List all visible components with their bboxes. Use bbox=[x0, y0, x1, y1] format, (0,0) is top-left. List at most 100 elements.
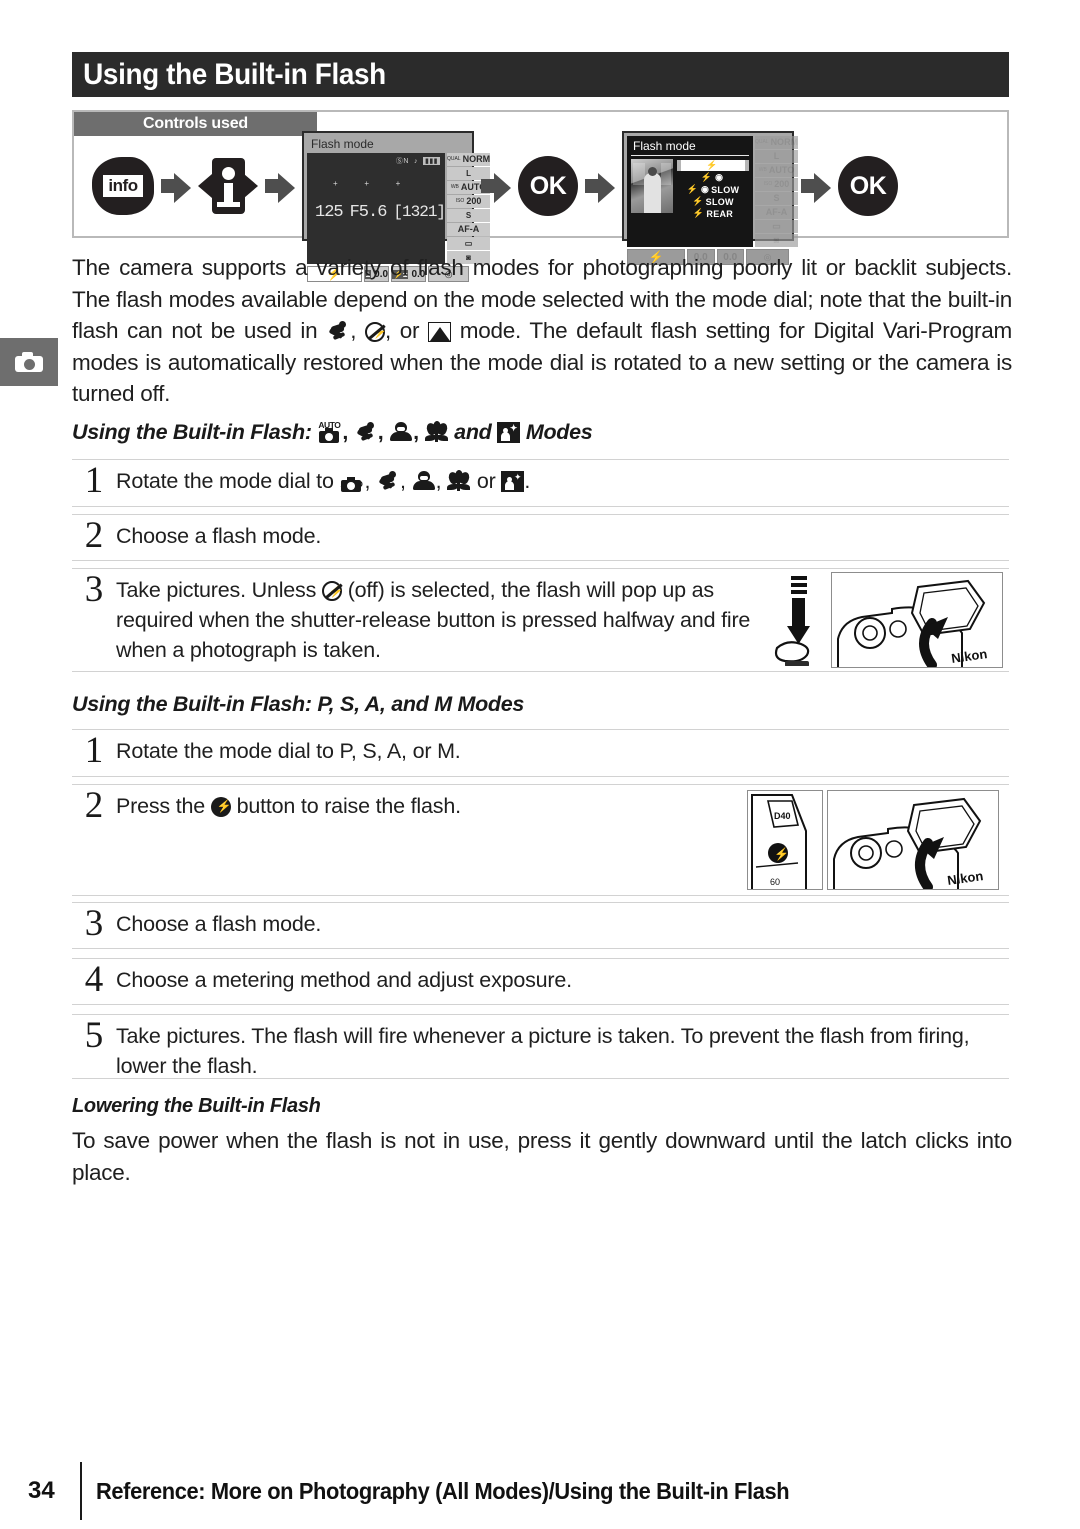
svg-text:60: 60 bbox=[770, 877, 780, 887]
info-display-screen: Flash mode ⓈN ♪ ▮▮▮ + + + 125 F5.6 [1321] bbox=[302, 131, 490, 282]
frames-remaining-value: [1321] bbox=[393, 203, 446, 221]
close-up-mode-icon bbox=[424, 421, 449, 443]
step-text: Rotate the mode dial to AUTO, , , or ✦. bbox=[116, 469, 531, 493]
flow-arrow-icon bbox=[265, 171, 295, 203]
flash-menu-title: Flash mode bbox=[631, 139, 749, 156]
step-text-pre: Take pictures. Unless bbox=[116, 578, 322, 602]
footer-divider bbox=[80, 1462, 82, 1520]
portrait-mode-icon bbox=[412, 470, 436, 492]
sidebar-quality: QUAL NORM bbox=[446, 153, 491, 166]
step-row: 1 Rotate the mode dial to AUTO, , , or ✦… bbox=[72, 459, 1009, 507]
footer-text: Reference: More on Photography (All Mode… bbox=[96, 1477, 790, 1504]
ok-button[interactable]: OK bbox=[518, 156, 578, 216]
step-text: Take pictures. Unless ⚡ (off) is selecte… bbox=[116, 569, 769, 671]
step-text: Choose a metering method and adjust expo… bbox=[116, 968, 572, 992]
step-number: 4 bbox=[84, 959, 104, 1000]
flash-option-red-eye-slow[interactable]: ⚡ ◉ SLOW bbox=[687, 184, 740, 195]
info-display-sidebar: QUAL NORM L WB AUTO ISO 200 S AF-A ▭ ◙ bbox=[447, 153, 490, 264]
intro-sep2: , or bbox=[384, 318, 429, 343]
flow-arrow-icon bbox=[585, 171, 615, 203]
step-row: 3 Take pictures. Unless ⚡ (off) is selec… bbox=[72, 568, 1009, 672]
intro-paragraph: The camera supports a variety of flash m… bbox=[72, 252, 1012, 410]
flash-option-fill[interactable]: ⚡ bbox=[677, 160, 749, 171]
sports-mode-icon bbox=[326, 320, 350, 342]
info-button[interactable]: info bbox=[92, 157, 154, 215]
step-number: 2 bbox=[84, 515, 104, 556]
portrait-mode-icon bbox=[389, 421, 413, 443]
page-title: Using the Built-in Flash bbox=[83, 57, 386, 91]
flash-option-rear[interactable]: ⚡ REAR bbox=[693, 208, 733, 219]
page-number: 34 bbox=[28, 1477, 55, 1504]
flash-button-detail-photo: D40 ⚡ 60 bbox=[747, 790, 823, 890]
intro-sep1: , bbox=[350, 318, 365, 343]
step-text-pre: Press the bbox=[116, 794, 211, 818]
step-number: 1 bbox=[84, 460, 104, 501]
step-row: 5 Take pictures. The flash will fire whe… bbox=[72, 1014, 1009, 1079]
close-up-mode-icon bbox=[447, 470, 471, 492]
step-or-label: or bbox=[471, 469, 502, 493]
info-display-title: Flash mode bbox=[311, 137, 374, 151]
manual-page: Using the Built-in Flash Controls used i… bbox=[0, 0, 1080, 1529]
flow-arrow-icon bbox=[481, 171, 511, 203]
flash-off-icon: ⚡ bbox=[364, 322, 387, 342]
sports-mode-icon bbox=[354, 421, 378, 443]
sports-mode-icon bbox=[376, 470, 400, 492]
landscape-mode-icon bbox=[428, 322, 452, 342]
camera-icon bbox=[15, 352, 43, 372]
flash-menu-sidebar: QUAL NORM L WB AUTO ISO 200 S AF-A ▭ ◙ bbox=[754, 136, 799, 247]
section-heading-auto-modes: Using the Built-in Flash: AUTO, , , and … bbox=[72, 420, 593, 444]
flash-option-slow[interactable]: ⚡ SLOW bbox=[692, 196, 734, 207]
section1-heading-and: and bbox=[448, 420, 498, 444]
auto-mode-icon: AUTO bbox=[339, 470, 364, 492]
step-text: Rotate the mode dial to P, S, A, or M. bbox=[116, 739, 461, 763]
step-number: 3 bbox=[84, 903, 104, 944]
step-row: 3 Choose a flash mode. bbox=[72, 902, 1009, 949]
sidebar-focus-mode: AF-A bbox=[447, 223, 491, 236]
step-row: 2 Press the ⚡ button to raise the flash.… bbox=[72, 784, 1009, 896]
flow-arrow-icon bbox=[161, 171, 191, 203]
info-display-pips: + + + bbox=[333, 179, 414, 188]
flash-off-icon: ⚡ bbox=[321, 581, 344, 601]
flash-mode-menu-screen: Flash mode ⚡ ⚡ ◉ ⚡ ◉ SLOW ⚡ SLOW ⚡ REAR … bbox=[622, 131, 798, 265]
step-text-post: . bbox=[524, 469, 531, 493]
press-down-arrow-icon bbox=[774, 576, 810, 666]
step-text: Press the ⚡ button to raise the flash. bbox=[116, 785, 747, 895]
ok-button[interactable]: OK bbox=[838, 156, 898, 216]
step-number: 1 bbox=[84, 730, 104, 771]
camera-popup-photo: Nikon bbox=[831, 572, 1003, 668]
lowering-paragraph: To save power when the flash is not in u… bbox=[72, 1128, 1012, 1185]
flow-arrow-icon bbox=[801, 171, 831, 203]
shutter-speed-value: 125 bbox=[315, 203, 344, 222]
flash-option-red-eye[interactable]: ⚡ ◉ bbox=[701, 172, 725, 183]
section-heading-lowering-flash: Lowering the Built-in Flash bbox=[72, 1095, 321, 1117]
preview-thumbnail bbox=[631, 159, 673, 213]
info-display-top-indicators: ⓈN ♪ ▮▮▮ bbox=[395, 157, 441, 165]
controls-used-panel: Controls used info Flash mode ⓈN ♪ ▮▮▮ +… bbox=[72, 110, 1009, 282]
page-footer: 34 Reference: More on Photography (All M… bbox=[28, 1462, 1008, 1520]
step-number: 2 bbox=[84, 785, 104, 826]
step-text: Choose a flash mode. bbox=[116, 524, 322, 548]
step-row: 1 Rotate the mode dial to P, S, A, or M. bbox=[72, 729, 1009, 777]
auto-mode-icon: AUTO bbox=[317, 420, 342, 443]
margin-tab-camera bbox=[0, 338, 58, 386]
step-number: 5 bbox=[84, 1015, 104, 1056]
night-portrait-mode-icon: ✦ bbox=[497, 422, 521, 443]
step-text-pre: Rotate the mode dial to bbox=[116, 469, 340, 493]
flash-button-icon: ⚡ bbox=[210, 797, 232, 817]
multi-selector-i-icon[interactable] bbox=[198, 156, 258, 216]
flash-mode-option-list[interactable]: ⚡ ⚡ ◉ ⚡ ◉ SLOW ⚡ SLOW ⚡ REAR bbox=[677, 159, 749, 219]
camera-flash-button-illustration: D40 ⚡ 60 Nikon bbox=[747, 785, 1009, 895]
step-text: Choose a flash mode. bbox=[116, 912, 322, 936]
aperture-value: F5.6 bbox=[349, 203, 388, 222]
section-heading-psam-modes: Using the Built-in Flash: P, S, A, and M… bbox=[72, 692, 525, 716]
section1-heading-pre: Using the Built-in Flash: bbox=[72, 420, 318, 444]
step-text-post: button to raise the flash. bbox=[230, 794, 461, 818]
info-display-main: ⓈN ♪ ▮▮▮ + + + 125 F5.6 [1321] bbox=[307, 153, 446, 264]
controls-sequence: info Flash mode ⓈN ♪ ▮▮▮ + + + 125 F5.6 … bbox=[74, 131, 1007, 282]
page-header: Using the Built-in Flash bbox=[72, 52, 1009, 97]
step-number: 3 bbox=[84, 569, 104, 610]
svg-text:⚡: ⚡ bbox=[774, 847, 789, 861]
svg-text:D40: D40 bbox=[774, 811, 791, 821]
sidebar-release-mode: S bbox=[447, 209, 491, 222]
camera-flash-popup-illustration: Nikon bbox=[769, 569, 1009, 671]
